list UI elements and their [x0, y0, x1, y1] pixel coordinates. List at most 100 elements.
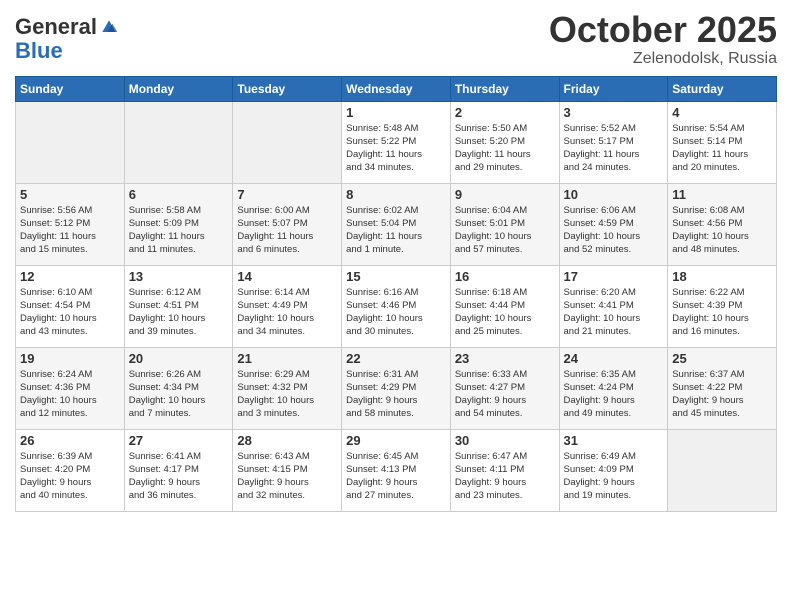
week-row-2: 12 Sunrise: 6:10 AM Sunset: 4:54 PM Dayli…	[16, 265, 777, 347]
day-number: 2	[455, 105, 555, 120]
calendar-cell: 6 Sunrise: 5:58 AM Sunset: 5:09 PM Daylig…	[124, 183, 233, 265]
day-info: Sunrise: 5:50 AM Sunset: 5:20 PM Dayligh…	[455, 122, 555, 175]
day-number: 10	[564, 187, 664, 202]
day-number: 30	[455, 433, 555, 448]
day-number: 3	[564, 105, 664, 120]
day-number: 16	[455, 269, 555, 284]
calendar-cell: 28Sunrise: 6:43 AM Sunset: 4:15 PM Dayli…	[233, 429, 342, 511]
day-info: Sunrise: 6:04 AM Sunset: 5:01 PM Dayligh…	[455, 204, 555, 257]
week-row-0: 1 Sunrise: 5:48 AM Sunset: 5:22 PM Daylig…	[16, 101, 777, 183]
day-info: Sunrise: 6:24 AM Sunset: 4:36 PM Dayligh…	[20, 368, 120, 421]
col-monday: Monday	[124, 76, 233, 101]
day-info: Sunrise: 6:33 AM Sunset: 4:27 PM Dayligh…	[455, 368, 555, 421]
day-number: 21	[237, 351, 337, 366]
title-block: October 2025 Zelenodolsk, Russia	[549, 10, 777, 68]
day-number: 7	[237, 187, 337, 202]
day-info: Sunrise: 5:54 AM Sunset: 5:14 PM Dayligh…	[672, 122, 772, 175]
logo-blue: Blue	[15, 38, 63, 63]
day-number: 9	[455, 187, 555, 202]
day-info: Sunrise: 6:49 AM Sunset: 4:09 PM Dayligh…	[564, 450, 664, 503]
location: Zelenodolsk, Russia	[549, 50, 777, 68]
day-number: 15	[346, 269, 446, 284]
calendar-cell	[124, 101, 233, 183]
calendar-cell: 13 Sunrise: 6:12 AM Sunset: 4:51 PM Dayli…	[124, 265, 233, 347]
day-info: Sunrise: 6:31 AM Sunset: 4:29 PM Dayligh…	[346, 368, 446, 421]
day-info: Sunrise: 6:06 AM Sunset: 4:59 PM Dayligh…	[564, 204, 664, 257]
calendar-cell: 7 Sunrise: 6:00 AM Sunset: 5:07 PM Daylig…	[233, 183, 342, 265]
header-row: Sunday Monday Tuesday Wednesday Thursday…	[16, 76, 777, 101]
day-info: Sunrise: 6:14 AM Sunset: 4:49 PM Dayligh…	[237, 286, 337, 339]
calendar-cell: 20Sunrise: 6:26 AM Sunset: 4:34 PM Dayli…	[124, 347, 233, 429]
calendar-cell	[233, 101, 342, 183]
logo-general: General	[15, 15, 97, 39]
day-number: 4	[672, 105, 772, 120]
calendar-cell: 4 Sunrise: 5:54 AM Sunset: 5:14 PM Daylig…	[668, 101, 777, 183]
logo-icon	[99, 17, 119, 37]
col-saturday: Saturday	[668, 76, 777, 101]
week-row-1: 5 Sunrise: 5:56 AM Sunset: 5:12 PM Daylig…	[16, 183, 777, 265]
calendar-cell: 3 Sunrise: 5:52 AM Sunset: 5:17 PM Daylig…	[559, 101, 668, 183]
calendar-cell: 15Sunrise: 6:16 AM Sunset: 4:46 PM Dayli…	[342, 265, 451, 347]
day-number: 8	[346, 187, 446, 202]
header: General Blue October 2025 Zelenodolsk, R…	[15, 10, 777, 68]
calendar-cell: 17 Sunrise: 6:20 AM Sunset: 4:41 PM Dayli…	[559, 265, 668, 347]
calendar-cell	[668, 429, 777, 511]
calendar-cell: 21 Sunrise: 6:29 AM Sunset: 4:32 PM Dayli…	[233, 347, 342, 429]
day-info: Sunrise: 6:12 AM Sunset: 4:51 PM Dayligh…	[129, 286, 229, 339]
day-info: Sunrise: 6:22 AM Sunset: 4:39 PM Dayligh…	[672, 286, 772, 339]
day-info: Sunrise: 6:41 AM Sunset: 4:17 PM Dayligh…	[129, 450, 229, 503]
col-sunday: Sunday	[16, 76, 125, 101]
calendar-cell: 19 Sunrise: 6:24 AM Sunset: 4:36 PM Dayli…	[16, 347, 125, 429]
day-info: Sunrise: 6:47 AM Sunset: 4:11 PM Dayligh…	[455, 450, 555, 503]
day-number: 20	[129, 351, 229, 366]
day-info: Sunrise: 5:58 AM Sunset: 5:09 PM Dayligh…	[129, 204, 229, 257]
col-thursday: Thursday	[450, 76, 559, 101]
calendar-cell: 12 Sunrise: 6:10 AM Sunset: 4:54 PM Dayli…	[16, 265, 125, 347]
col-friday: Friday	[559, 76, 668, 101]
calendar-cell: 30 Sunrise: 6:47 AM Sunset: 4:11 PM Dayli…	[450, 429, 559, 511]
day-number: 14	[237, 269, 337, 284]
day-info: Sunrise: 5:52 AM Sunset: 5:17 PM Dayligh…	[564, 122, 664, 175]
col-wednesday: Wednesday	[342, 76, 451, 101]
calendar-cell: 5 Sunrise: 5:56 AM Sunset: 5:12 PM Daylig…	[16, 183, 125, 265]
day-info: Sunrise: 6:18 AM Sunset: 4:44 PM Dayligh…	[455, 286, 555, 339]
calendar-cell: 14 Sunrise: 6:14 AM Sunset: 4:49 PM Dayli…	[233, 265, 342, 347]
day-number: 5	[20, 187, 120, 202]
day-number: 24	[564, 351, 664, 366]
calendar-cell: 18 Sunrise: 6:22 AM Sunset: 4:39 PM Dayli…	[668, 265, 777, 347]
day-info: Sunrise: 6:45 AM Sunset: 4:13 PM Dayligh…	[346, 450, 446, 503]
calendar-cell: 16 Sunrise: 6:18 AM Sunset: 4:44 PM Dayli…	[450, 265, 559, 347]
day-number: 13	[129, 269, 229, 284]
calendar-cell	[16, 101, 125, 183]
day-number: 25	[672, 351, 772, 366]
day-info: Sunrise: 6:35 AM Sunset: 4:24 PM Dayligh…	[564, 368, 664, 421]
day-info: Sunrise: 6:10 AM Sunset: 4:54 PM Dayligh…	[20, 286, 120, 339]
calendar-cell: 27Sunrise: 6:41 AM Sunset: 4:17 PM Dayli…	[124, 429, 233, 511]
calendar-cell: 23Sunrise: 6:33 AM Sunset: 4:27 PM Dayli…	[450, 347, 559, 429]
calendar-cell: 2 Sunrise: 5:50 AM Sunset: 5:20 PM Daylig…	[450, 101, 559, 183]
day-number: 6	[129, 187, 229, 202]
day-number: 12	[20, 269, 120, 284]
calendar-cell: 9 Sunrise: 6:04 AM Sunset: 5:01 PM Daylig…	[450, 183, 559, 265]
day-number: 18	[672, 269, 772, 284]
day-info: Sunrise: 6:00 AM Sunset: 5:07 PM Dayligh…	[237, 204, 337, 257]
day-info: Sunrise: 6:20 AM Sunset: 4:41 PM Dayligh…	[564, 286, 664, 339]
calendar-cell: 8Sunrise: 6:02 AM Sunset: 5:04 PM Daylig…	[342, 183, 451, 265]
calendar-cell: 22 Sunrise: 6:31 AM Sunset: 4:29 PM Dayli…	[342, 347, 451, 429]
calendar-cell: 26Sunrise: 6:39 AM Sunset: 4:20 PM Dayli…	[16, 429, 125, 511]
day-number: 11	[672, 187, 772, 202]
week-row-4: 26Sunrise: 6:39 AM Sunset: 4:20 PM Dayli…	[16, 429, 777, 511]
day-number: 22	[346, 351, 446, 366]
day-info: Sunrise: 6:39 AM Sunset: 4:20 PM Dayligh…	[20, 450, 120, 503]
calendar-cell: 31Sunrise: 6:49 AM Sunset: 4:09 PM Dayli…	[559, 429, 668, 511]
day-number: 19	[20, 351, 120, 366]
calendar-cell: 10 Sunrise: 6:06 AM Sunset: 4:59 PM Dayli…	[559, 183, 668, 265]
day-number: 1	[346, 105, 446, 120]
calendar-cell: 25Sunrise: 6:37 AM Sunset: 4:22 PM Dayli…	[668, 347, 777, 429]
day-number: 28	[237, 433, 337, 448]
day-info: Sunrise: 5:56 AM Sunset: 5:12 PM Dayligh…	[20, 204, 120, 257]
day-number: 17	[564, 269, 664, 284]
day-info: Sunrise: 5:48 AM Sunset: 5:22 PM Dayligh…	[346, 122, 446, 175]
calendar-cell: 1 Sunrise: 5:48 AM Sunset: 5:22 PM Daylig…	[342, 101, 451, 183]
day-info: Sunrise: 6:29 AM Sunset: 4:32 PM Dayligh…	[237, 368, 337, 421]
